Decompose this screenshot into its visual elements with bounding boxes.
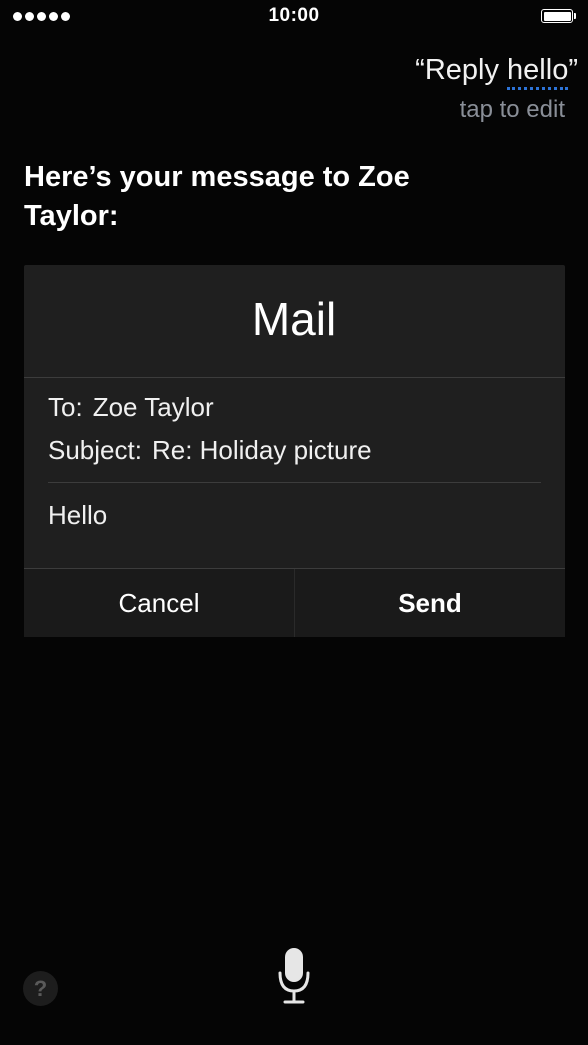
to-label: To: (48, 392, 83, 422)
send-button[interactable]: Send (294, 569, 565, 637)
help-icon[interactable]: ? (23, 971, 58, 1006)
mail-actions: Cancel Send (24, 568, 565, 637)
siri-response: Here’s your message to Zoe Taylor: (24, 161, 410, 232)
mail-card-title: Mail (251, 293, 337, 345)
body-divider (48, 482, 541, 483)
subject-field[interactable]: Subject: Re: Holiday picture (48, 435, 372, 466)
status-bar: 10:00 (0, 0, 588, 34)
battery-icon (541, 9, 573, 23)
microphone-icon[interactable] (276, 947, 312, 1005)
subject-value: Re: Holiday picture (151, 435, 372, 465)
siri-utterance[interactable]: “Reply hello” (415, 54, 578, 90)
tap-to-edit-hint[interactable]: tap to edit (460, 96, 565, 124)
message-body[interactable]: Hello (48, 500, 107, 531)
to-field[interactable]: To: Zoe Taylor (48, 392, 214, 423)
utterance-open-quote: “ (415, 54, 425, 86)
card-divider (24, 377, 565, 378)
status-time: 10:00 (268, 5, 320, 26)
to-value: Zoe Taylor (92, 392, 214, 422)
utterance-uncertain-word[interactable]: hello (507, 54, 569, 90)
cancel-button[interactable]: Cancel (24, 569, 294, 637)
utterance-close-quote: ” (568, 54, 578, 86)
battery-tip (574, 13, 576, 19)
subject-label: Subject: (48, 435, 142, 465)
utterance-prefix: Reply (424, 54, 508, 86)
